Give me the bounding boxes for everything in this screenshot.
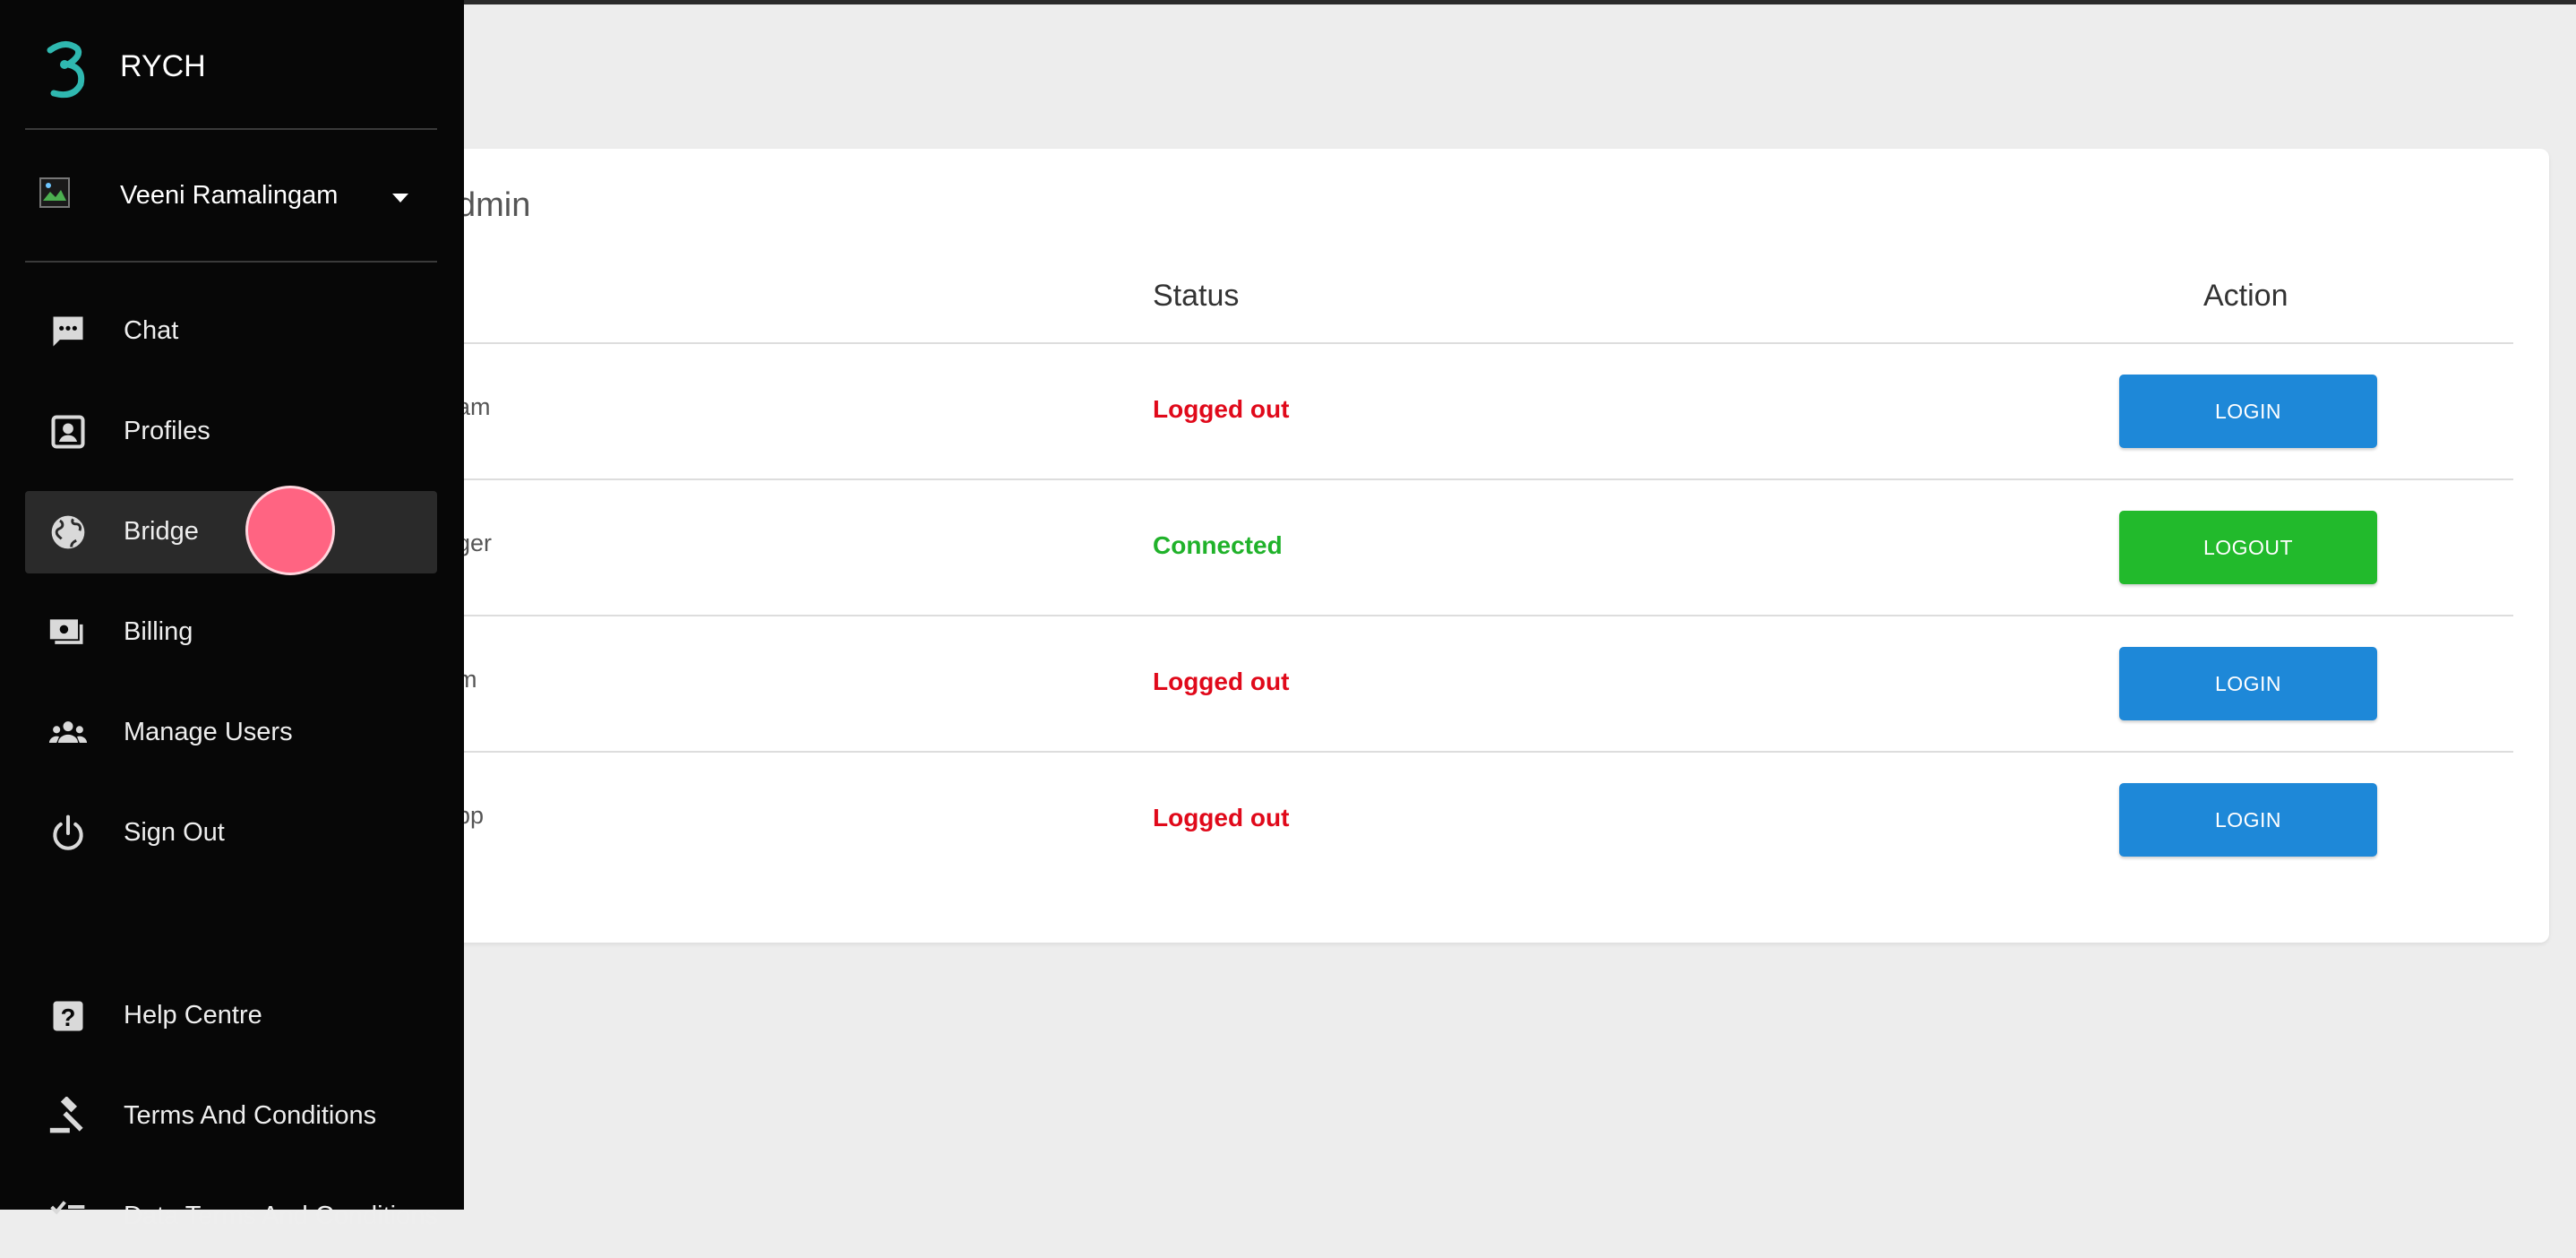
rych-logo-icon xyxy=(47,41,85,99)
sidebar-item-label: Data Terms And Conditions xyxy=(124,1202,438,1230)
svg-text:?: ? xyxy=(61,1004,76,1031)
sidebar-item-billing[interactable]: Billing xyxy=(25,591,437,674)
table-row: pp Logged out LOGIN xyxy=(340,751,2513,889)
sidebar-item-label: Billing xyxy=(124,617,193,646)
sidebar-item-bridge[interactable]: Bridge xyxy=(25,491,437,573)
divider xyxy=(25,128,437,130)
chat-icon xyxy=(53,316,83,347)
sidebar-item-profiles[interactable]: Profiles xyxy=(25,391,437,473)
sidebar-item-label: Manage Users xyxy=(124,718,293,746)
sidebar-item-label: Sign Out xyxy=(124,818,225,847)
login-button[interactable]: LOGIN xyxy=(2119,647,2377,720)
table-row: am Logged out LOGIN xyxy=(340,342,2513,480)
status-text: Logged out xyxy=(1153,668,1290,695)
login-button[interactable]: LOGIN xyxy=(2119,783,2377,857)
users-icon xyxy=(48,721,88,743)
sidebar-item-manage-users[interactable]: Manage Users xyxy=(25,692,437,774)
touch-indicator xyxy=(245,486,335,575)
divider xyxy=(25,261,437,263)
sidebar-item-sign-out[interactable]: Sign Out xyxy=(25,792,437,875)
gavel-icon xyxy=(49,1097,83,1133)
globe-icon xyxy=(51,515,85,549)
caret-down-icon[interactable] xyxy=(392,194,408,202)
logout-button[interactable]: LOGOUT xyxy=(2119,511,2377,584)
login-button[interactable]: LOGIN xyxy=(2119,375,2377,448)
status-text: Connected xyxy=(1153,531,1283,559)
sidebar-item-label: Bridge xyxy=(124,517,199,546)
sidebar-item-terms[interactable]: Terms And Conditions xyxy=(25,1075,437,1158)
power-icon xyxy=(53,814,83,850)
user-name[interactable]: Veeni Ramalingam xyxy=(120,181,338,211)
help-icon: ? xyxy=(53,1001,83,1031)
panel-title: dmin xyxy=(457,186,531,224)
checklist-icon xyxy=(50,1201,85,1215)
sidebar-item-label: Chat xyxy=(124,316,179,345)
billing-icon xyxy=(49,619,83,644)
status-text: Logged out xyxy=(1153,395,1290,423)
sidebar-drawer: RYCH Veeni Ramalingam Chat Profiles Brid… xyxy=(0,0,464,1230)
table-row: m Logged out LOGIN xyxy=(340,615,2513,753)
status-column-header: Status xyxy=(1153,279,1240,313)
status-text: Logged out xyxy=(1153,804,1290,831)
bridge-panel: dmin Status Action am Logged out LOGIN g… xyxy=(340,149,2549,943)
action-column-header: Action xyxy=(2203,279,2288,313)
sidebar-item-help-centre[interactable]: ? Help Centre xyxy=(25,975,437,1057)
sidebar-item-label: Profiles xyxy=(124,417,210,445)
sidebar-item-label: Terms And Conditions xyxy=(124,1101,377,1130)
sidebar-item-chat[interactable]: Chat xyxy=(25,290,437,373)
app-name: RYCH xyxy=(120,49,206,83)
table-row: ger Connected LOGOUT xyxy=(340,478,2513,616)
sidebar-item-label: Help Centre xyxy=(124,1001,262,1030)
sidebar-item-data-terms[interactable]: Data Terms And Conditions xyxy=(25,1176,438,1258)
avatar[interactable] xyxy=(39,177,70,208)
profile-icon xyxy=(51,415,85,449)
